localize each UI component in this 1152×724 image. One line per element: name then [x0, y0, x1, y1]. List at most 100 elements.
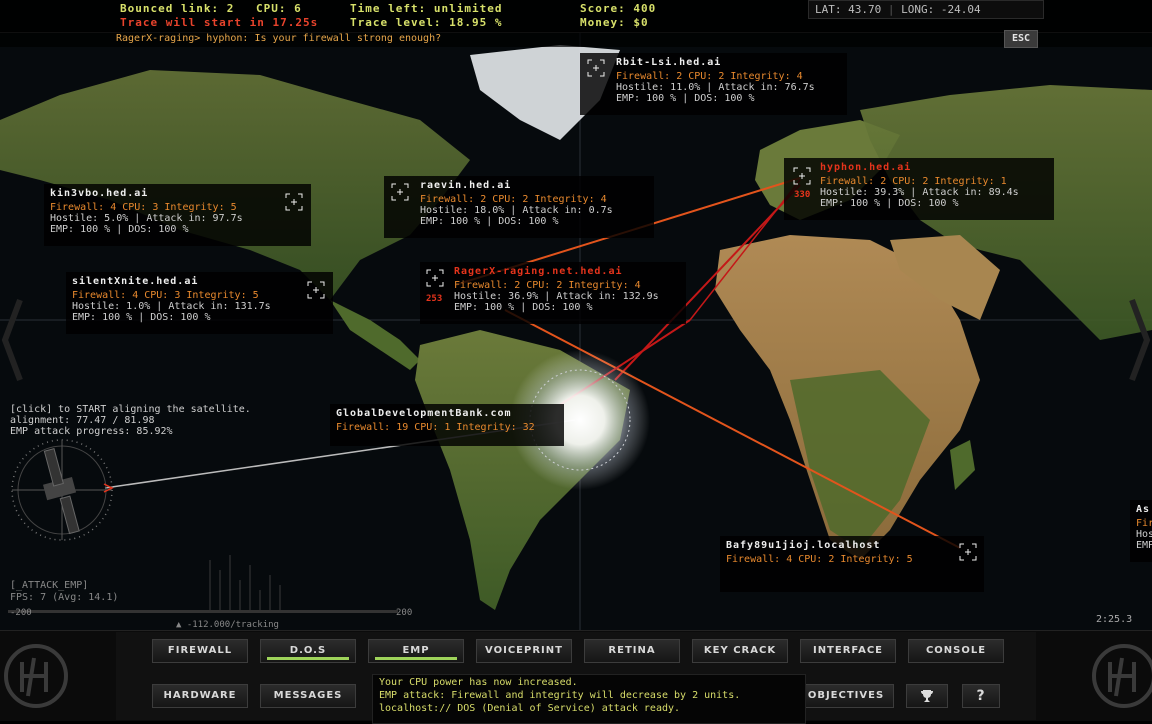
node-hostile: Hostile: 36.9% | Attack in: 132.9s [454, 291, 659, 302]
tool-button-label: D.O.S [289, 645, 327, 656]
node-rbit[interactable]: Rbit-Lsi.hed.ai Firewall: 2 CPU: 2 Integ… [580, 53, 847, 115]
crosshair-icon[interactable] [586, 58, 606, 78]
axis-max-label: 200 [396, 608, 413, 618]
node-hyphon[interactable]: hyphon.hed.ai Firewall: 2 CPU: 2 Integri… [784, 158, 1054, 220]
help-button[interactable]: ? [962, 684, 1000, 708]
active-indicator [267, 657, 349, 660]
node-globaldevelopmentbank[interactable]: GlobalDevelopmentBank.com Firewall: 19 C… [330, 404, 564, 446]
node-hostile: Hostile: 1.0% | Attack in: 131.7s [72, 301, 271, 312]
node-name: Rbit-Lsi.hed.ai [616, 57, 722, 68]
node-hostile: Hostile: 39.3% | Attack in: 89.4s [820, 187, 1019, 198]
node-raevin[interactable]: raevin.hed.ai Firewall: 2 CPU: 2 Integri… [384, 176, 654, 238]
node-hostile: Hostile: 11.0% | Attack in: 76.7s [616, 82, 815, 93]
axis-min-label: -200 [10, 608, 32, 618]
node-emp-dos: EMP [1136, 540, 1152, 551]
tool-button-hardware[interactable]: HARDWARE [152, 684, 248, 708]
satellite-console: [click] to START aligning the satellite.… [10, 404, 251, 437]
threat-level: 253 [426, 294, 443, 304]
node-hostile: Hostile: 18.0% | Attack in: 0.7s [420, 205, 613, 216]
tool-button-d-o-s[interactable]: D.O.S [260, 639, 356, 663]
trophy-button[interactable] [906, 684, 948, 708]
debug-info: [_ATTACK_EMP] FPS: 7 (Avg: 14.1) [10, 580, 118, 604]
tool-button-emp[interactable]: EMP [368, 639, 464, 663]
node-stats: Firewall: 4 CPU: 3 Integrity: 5 [50, 202, 237, 213]
tool-button-label: FIREWALL [167, 645, 233, 656]
tracking-bar [8, 610, 398, 613]
tool-button-messages[interactable]: MESSAGES [260, 684, 356, 708]
hacker-logo-icon [1092, 644, 1152, 708]
coordinates-readout: LAT: 43.70 | LONG: -24.04 [808, 0, 1044, 19]
node-name: kin3vbo.hed.ai [50, 188, 149, 199]
cpu-stat: CPU: 6 [256, 2, 302, 15]
node-stats: Firewall: 2 CPU: 2 Integrity: 1 [820, 176, 1007, 187]
node-stats: Fir [1136, 518, 1152, 529]
node-hostile: Hostile: 5.0% | Attack in: 97.7s [50, 213, 243, 224]
node-bafy89[interactable]: Bafy89u1jioj.localhost Firewall: 4 CPU: … [720, 536, 984, 592]
satellite-hint: [click] to START aligning the satellite. [10, 404, 251, 415]
objectives-button[interactable]: OBJECTIVES [798, 684, 894, 708]
longitude-value: LONG: -24.04 [901, 3, 981, 16]
tracking-readout: ▲ -112.000/tracking [176, 620, 279, 630]
latitude-value: LAT: 43.70 [815, 3, 882, 16]
top-status-bar: Bounced link: 2 CPU: 6 Trace will start … [0, 0, 1152, 33]
node-emp-dos: EMP: 100 % | DOS: 100 % [616, 93, 755, 104]
tool-button-label: CONSOLE [925, 645, 987, 656]
time-left-stat: Time left: unlimited [350, 2, 503, 15]
log-line: Your CPU power has now increased. [379, 677, 578, 688]
active-indicator [375, 657, 457, 660]
attack-mode-label: [_ATTACK_EMP] [10, 580, 89, 591]
node-name: GlobalDevelopmentBank.com [336, 408, 512, 419]
tool-button-firewall[interactable]: FIREWALL [152, 639, 248, 663]
tool-button-console[interactable]: CONSOLE [908, 639, 1004, 663]
node-stats: Firewall: 2 CPU: 2 Integrity: 4 [420, 194, 607, 205]
node-stats: Firewall: 19 CPU: 1 Integrity: 32 [336, 422, 535, 433]
node-emp-dos: EMP: 100 % | DOS: 100 % [454, 302, 593, 313]
tool-button-label: KEY CRACK [703, 645, 777, 656]
crosshair-icon[interactable] [958, 542, 978, 562]
node-stats: Firewall: 4 CPU: 3 Integrity: 5 [72, 290, 259, 301]
tool-button-label: EMP [402, 645, 430, 656]
tool-button-key-crack[interactable]: KEY CRACK [692, 639, 788, 663]
crosshair-icon[interactable] [792, 166, 812, 186]
node-name: RagerX-raging.net.hed.ai [454, 266, 623, 277]
game-clock: 2:25.3 [1096, 614, 1133, 625]
node-name: raevin.hed.ai [420, 180, 512, 191]
node-emp-dos: EMP: 100 % | DOS: 100 % [420, 216, 559, 227]
tool-button-label: VOICEPRINT [485, 645, 563, 656]
score-stat: Score: 400 [580, 2, 657, 15]
emp-progress: EMP attack progress: 85.92% [10, 426, 173, 437]
tool-button-label: INTERFACE [812, 645, 884, 656]
log-line: localhost:// DOS (Denial of Service) att… [379, 703, 681, 714]
bounced-link-stat: Bounced link: 2 [120, 2, 235, 15]
node-silentxnite[interactable]: silentXnite.hed.ai Firewall: 4 CPU: 3 In… [66, 272, 333, 334]
crosshair-icon[interactable] [284, 192, 304, 212]
message-log: Your CPU power has now increased. EMP at… [372, 674, 806, 724]
trace-warning: Trace will start in 17.25s [120, 16, 319, 29]
node-name: As [1136, 504, 1151, 515]
crosshair-icon[interactable] [390, 182, 410, 202]
chat-message: RagerX-raging> hyphon: Is your firewall … [116, 33, 442, 44]
alignment-readout: alignment: 77.47 / 81.98 [10, 415, 155, 426]
esc-button[interactable]: ESC [1004, 30, 1038, 48]
threat-level: 330 [794, 190, 811, 200]
money-stat: Money: $0 [580, 16, 649, 29]
tool-button-label: RETINA [608, 645, 656, 656]
node-name: hyphon.hed.ai [820, 162, 912, 173]
tool-button-voiceprint[interactable]: VOICEPRINT [476, 639, 572, 663]
node-hostile: Hos [1136, 529, 1152, 540]
crosshair-icon[interactable] [425, 268, 445, 288]
node-kin3vbo[interactable]: kin3vbo.hed.ai Firewall: 4 CPU: 3 Integr… [44, 184, 311, 246]
crosshair-icon[interactable] [306, 280, 326, 300]
tool-button-interface[interactable]: INTERFACE [800, 639, 896, 663]
trophy-icon [921, 690, 933, 702]
node-name: silentXnite.hed.ai [72, 276, 199, 287]
node-offscreen[interactable]: As Fir Hos EMP [1130, 500, 1152, 562]
trace-level-stat: Trace level: 18.95 % [350, 16, 503, 29]
node-stats: Firewall: 2 CPU: 2 Integrity: 4 [616, 71, 803, 82]
node-emp-dos: EMP: 100 % | DOS: 100 % [820, 198, 959, 209]
node-stats: Firewall: 2 CPU: 2 Integrity: 4 [454, 280, 641, 291]
tool-button-retina[interactable]: RETINA [584, 639, 680, 663]
node-name: Bafy89u1jioj.localhost [726, 540, 881, 551]
node-ragerx[interactable]: RagerX-raging.net.hed.ai Firewall: 2 CPU… [420, 262, 686, 324]
log-line: EMP attack: Firewall and integrity will … [379, 690, 741, 701]
